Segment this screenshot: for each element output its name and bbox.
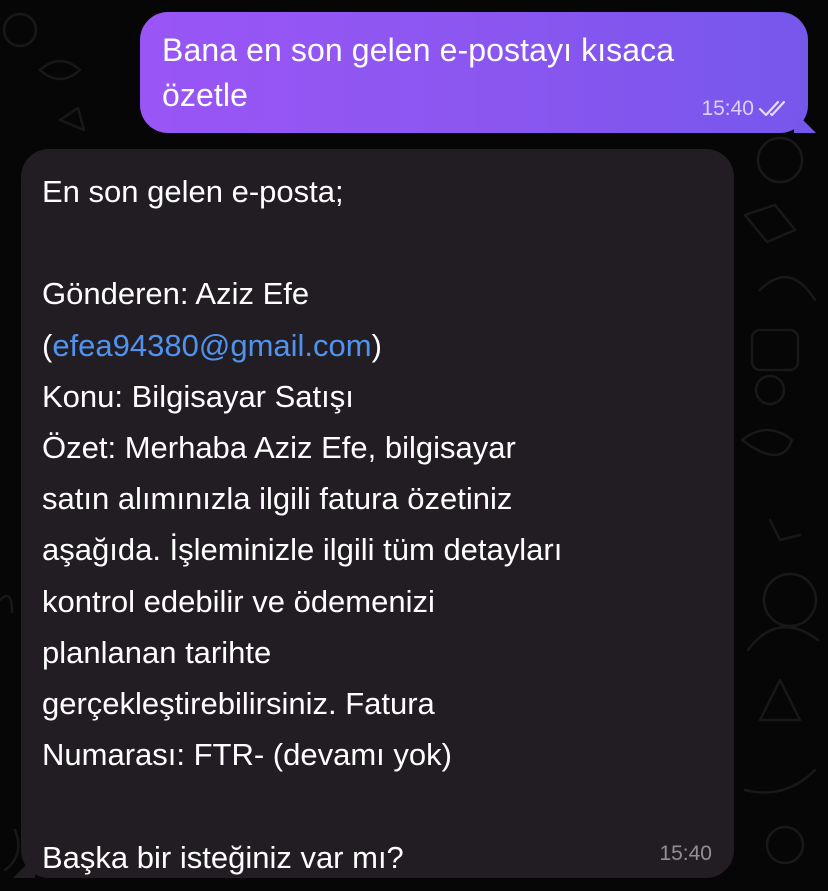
incoming-message-bubble[interactable]: En son gelen e-posta; Gönderen: Aziz Efe… — [21, 149, 734, 878]
outgoing-message-text: Bana en son gelen e-postayı kısaca özetl… — [162, 28, 784, 118]
paren-close: ) — [371, 327, 382, 363]
paren-open: ( — [42, 327, 53, 363]
outgoing-message-line: Bana en son gelen e-postayı kısaca — [162, 32, 675, 68]
summary-line: planlanan tarihte — [42, 634, 272, 670]
summary-line: Özet: Merhaba Aziz Efe, bilgisayar — [42, 430, 516, 465]
outgoing-message-meta: 15:40 — [701, 97, 790, 121]
summary-line: Numarası: FTR- (devamı yok) — [42, 737, 452, 773]
outgoing-message-time: 15:40 — [701, 97, 754, 120]
closing-question: Başka bir isteğiniz var mı? — [42, 839, 404, 875]
message-heading: En son gelen e-posta; — [42, 174, 344, 209]
sender-email-line: (efea94380@gmail.com) — [42, 320, 710, 371]
sender-line: Gönderen: Aziz Efe — [42, 276, 310, 312]
summary-line: aşağıda. İşleminizle ilgili tüm detaylar… — [42, 532, 563, 568]
summary-line: gerçekleştirebilirsiniz. Fatura — [42, 686, 435, 722]
summary-line: satın alımınızla ilgili fatura özetiniz — [42, 481, 513, 517]
incoming-message-time: 15:40 — [659, 842, 712, 865]
sender-email-link[interactable]: efea94380@gmail.com — [52, 328, 371, 363]
summary-line: kontrol edebilir ve ödemenizi — [42, 583, 435, 619]
outgoing-message-bubble[interactable]: Bana en son gelen e-postayı kısaca özetl… — [140, 12, 808, 133]
subject-line: Konu: Bilgisayar Satışı — [42, 378, 354, 414]
double-check-icon — [758, 99, 790, 119]
outgoing-message-line: özetle — [162, 77, 248, 113]
